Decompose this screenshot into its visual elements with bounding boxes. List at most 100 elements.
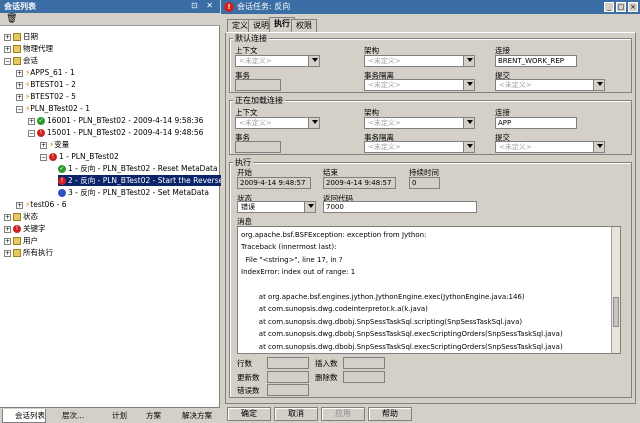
message-text-area[interactable]: org.apache.bsf.BSFException: exception f… [237, 226, 621, 354]
cancel-button[interactable]: 取消 [274, 407, 318, 421]
default-connection-label: 默认连接 [233, 33, 269, 44]
success-icon: ✓ [58, 165, 66, 173]
chevron-down-icon[interactable] [465, 141, 475, 153]
chevron-down-icon[interactable] [306, 201, 316, 213]
tab-solution[interactable]: 解决方案 [170, 409, 218, 423]
duration-field: 0 [409, 177, 440, 189]
error-icon: ! [37, 129, 45, 137]
isolation-select[interactable]: <未定义> [364, 141, 475, 153]
message-line: at com.sunopsis.dwg.dbobj.SnpSessTaskSql… [241, 330, 563, 339]
inserted-label: 插入数 [315, 359, 338, 368]
schema-select[interactable]: <未定义> [364, 117, 475, 129]
error-icon: ! [49, 153, 57, 161]
connection-field[interactable]: APP [495, 117, 577, 129]
tree-node-users[interactable]: + 用户 [4, 235, 38, 246]
executions-icon [13, 249, 21, 257]
commit-select[interactable]: <未定义> [495, 141, 605, 153]
tree-node-agent[interactable]: + 物理代理 [4, 43, 53, 54]
user-icon [13, 237, 21, 245]
end-time-field: 2009-4-14 9:48:57 [323, 177, 396, 189]
panel-window-icons[interactable]: ⊡ ✕ [191, 1, 216, 10]
session-tree: + 日期 + 物理代理 − 会话 + ⚡APPS_61 - 1 + ⚡BTEST01 - … [0, 27, 226, 407]
tree-node-task-3[interactable]: 3 - 反向 - PLN_BTest02 - Set MetaData [58, 187, 209, 198]
tree-node-btest01[interactable]: + ⚡BTEST01 - 2 [16, 79, 76, 90]
chevron-down-icon[interactable] [310, 55, 320, 67]
errors-label: 错误数 [237, 386, 260, 395]
tree-node-all-executions[interactable]: + 所有执行 [4, 247, 53, 258]
chevron-down-icon[interactable] [595, 79, 605, 91]
context-select[interactable]: <未定义> [235, 55, 320, 67]
updated-label: 更新数 [237, 373, 260, 382]
tab-hierarchy[interactable]: 层次... [50, 409, 96, 423]
tree-node-task-2[interactable]: ! 2 - 反向 - PLN_BTest02 - Start the Revers… [58, 175, 226, 186]
status-select[interactable]: 错误 [237, 201, 316, 213]
chevron-down-icon[interactable] [465, 55, 475, 67]
context-select[interactable]: <未定义> [235, 117, 320, 129]
trash-icon[interactable]: 🗑 [6, 14, 17, 24]
maximize-icon[interactable]: □ [616, 2, 626, 12]
start-time-field: 2009-4-14 9:48:57 [237, 177, 311, 189]
deleted-field [343, 371, 385, 383]
tab-session-list[interactable]: 会话列表 [2, 409, 46, 423]
session-task-window: 会话任务: 反向 ! _ □ × 定义 说明 执行 权限 默认连接 上下文 <未… [221, 0, 640, 423]
tree-node-test06[interactable]: + ⚡test06 - 6 [16, 199, 66, 210]
message-line: at org.apache.bsf.engines.jython.JythonE… [241, 292, 525, 301]
tree-node-16001[interactable]: + ✓ 16001 - PLN_BTest02 - 2009-4-14 9:58:3… [28, 115, 203, 126]
tree-node-date[interactable]: + 日期 [4, 31, 38, 42]
chevron-down-icon[interactable] [595, 141, 605, 153]
chevron-down-icon[interactable] [465, 117, 475, 129]
message-line: at com.sunopsis.dwg.dbobj.SnpSessTaskSql… [241, 317, 523, 326]
close-icon[interactable]: × [628, 2, 638, 12]
status-icon [13, 213, 21, 221]
tree-node-pln-btest02[interactable]: − ⚡PLN_BTest02 - 1 [16, 103, 90, 114]
minimize-icon[interactable]: _ [604, 2, 614, 12]
message-line: Traceback (innermost last): [241, 243, 337, 252]
message-line: at com.sunopsis.dwg.codeinterpretor.k.a(… [241, 305, 428, 314]
session-folder-icon [13, 57, 21, 65]
ok-button[interactable]: 确定 [227, 407, 271, 421]
errors-field [267, 384, 309, 396]
session-list-panel: 会话列表 ⊡ ✕ 🗑 + 日期 + 物理代理 − 会话 + ⚡APPS_61 - 1 +… [0, 0, 226, 423]
tree-node-keywords[interactable]: +! 关键字 [4, 223, 46, 234]
tree-node-15001[interactable]: −! 15001 - PLN_BTest02 - 2009-4-14 9:48:5… [28, 127, 203, 138]
tab-schedule[interactable]: 计划 [100, 409, 130, 423]
deleted-label: 删除数 [315, 373, 338, 382]
apply-button[interactable]: 应用 [321, 407, 365, 421]
error-icon: ! [58, 177, 66, 185]
schema-select[interactable]: <未定义> [364, 55, 475, 67]
message-line: IndexError: index out of range: 1 [241, 268, 356, 277]
tree-node-apps61[interactable]: + ⚡APPS_61 - 1 [16, 67, 75, 78]
tab-privileges[interactable]: 权限 [291, 19, 317, 32]
chevron-down-icon[interactable] [465, 79, 475, 91]
rows-field [267, 357, 309, 369]
tree-node-task-1[interactable]: ✓ 1 - 反向 - PLN_BTest02 - Reset MetaData [58, 163, 218, 174]
keyword-icon: ! [13, 225, 21, 233]
tree-node-session[interactable]: − 会话 [4, 55, 38, 66]
session-list-title: 会话列表 [0, 0, 220, 13]
transaction-field [235, 79, 281, 91]
message-line [241, 279, 617, 291]
commit-select[interactable]: <未定义> [495, 79, 605, 91]
inserted-field [343, 357, 385, 369]
updated-field [267, 371, 309, 383]
message-line: at com.sunopsis.dwg.dbobj.SnpSessTaskSql… [241, 342, 563, 351]
running-icon [58, 189, 66, 197]
help-button[interactable]: 帮助 [368, 407, 412, 421]
success-icon: ✓ [37, 117, 45, 125]
return-code-field[interactable]: 7000 [323, 201, 477, 213]
tree-node-variables[interactable]: + ⚡变量 [40, 139, 69, 150]
tree-node-status[interactable]: + 状态 [4, 211, 38, 222]
message-line: org.apache.bsf.BSFException: exception f… [241, 231, 427, 239]
tree-node-step-1[interactable]: −! 1 - PLN_BTest02 [40, 151, 119, 162]
transaction-field [235, 141, 281, 153]
chevron-down-icon[interactable] [310, 117, 320, 129]
message-scrollbar[interactable] [611, 227, 620, 353]
connection-field[interactable]: BRENT_WORK_REP [495, 55, 577, 67]
window-title: 会话任务: 反向 [221, 0, 640, 14]
bottom-tab-bar: 会话列表 层次... 计划 方案 解决方案 [0, 407, 220, 423]
loading-connection-label: 正在加载连接 [233, 95, 285, 106]
tree-node-btest02[interactable]: + ⚡BTEST02 - 5 [16, 91, 76, 102]
isolation-select[interactable]: <未定义> [364, 79, 475, 91]
tab-scenario[interactable]: 方案 [134, 409, 166, 423]
agent-icon [13, 45, 21, 53]
